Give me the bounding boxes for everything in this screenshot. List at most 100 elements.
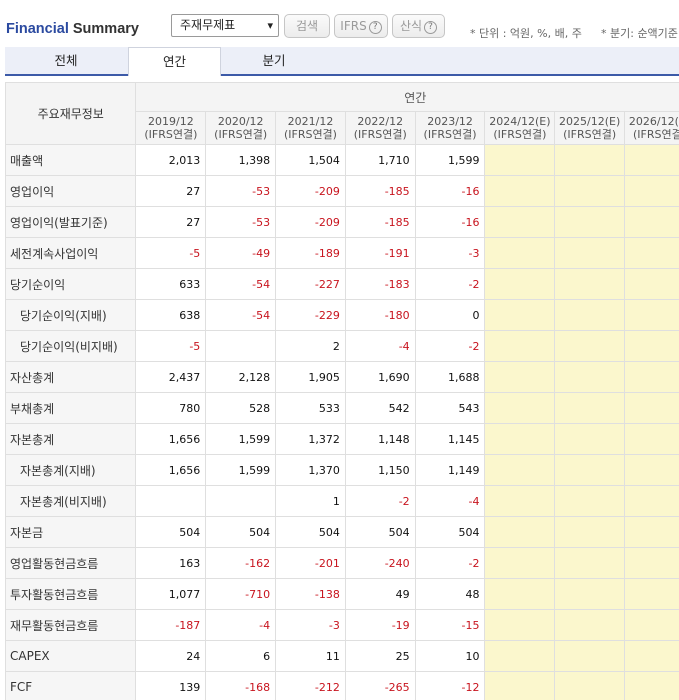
table-cell [554,485,626,517]
column-header-year: 2023/12 (IFRS연결) [414,111,486,145]
table-row: 재무활동현금흐름 -187 -4 -3 -19 -15 [4,609,679,641]
table-cell: 1,504 [275,144,346,176]
table-cell [624,640,679,672]
table-cell [624,671,679,700]
ifrs-button[interactable]: IFRS? [334,14,388,38]
table-cell: -212 [275,671,346,700]
financial-summary-table: 주요재무정보 연간 2019/12 (IFRS연결) 2020/12 (IFRS연결)… [4,82,679,700]
table-cell: 27 [135,175,207,207]
table-cell [624,361,679,393]
table-cell: -185 [344,175,416,207]
table-cell: -183 [344,268,416,300]
table-cell [624,206,679,238]
table-cell: -53 [205,206,277,238]
column-basis: (IFRS연결) [493,128,547,141]
table-row: 세전계속사업이익 -5 -49 -189 -191 -3 [4,237,679,269]
table-cell: -5 [135,237,207,269]
table-cell: 1,656 [135,423,207,455]
table-cell [554,268,626,300]
page-title-part2: Summary [68,21,139,37]
column-header-year: 2025/12(E) (IFRS연결) [554,111,626,145]
table-cell [484,485,556,517]
table-cell [624,423,679,455]
table-cell [554,361,626,393]
table-cell: 1,077 [135,578,207,610]
statement-type-select[interactable]: 주재무제표 ▾ [171,14,279,37]
table-cell: 504 [205,516,277,548]
row-label: 자본총계(지배) [4,454,137,486]
formula-button[interactable]: 산식? [392,14,445,38]
table-cell: -16 [414,206,486,238]
row-label: 자본총계 [4,423,137,455]
table-cell [484,299,556,331]
row-label: 투자활동현금흐름 [4,578,137,610]
table-cell [554,671,626,700]
table-cell: -4 [344,330,416,362]
table-cell: -710 [205,578,277,610]
table-cell [554,175,626,207]
table-cell [624,299,679,331]
table-cell: 504 [135,516,207,548]
table-cell [554,299,626,331]
row-label: 당기순이익 [4,268,137,300]
table-cell [624,144,679,176]
column-header-year: 2026/12(E)(IFRS연결) [624,111,679,145]
column-year: 2026/12(E) [628,115,679,128]
table-cell: 638 [135,299,207,331]
table-cell: 1,656 [135,454,207,486]
table-cell: -2 [414,330,486,362]
table-cell: 633 [135,268,207,300]
table-cell [554,237,626,269]
table-cell: 163 [135,547,207,579]
table-cell: -209 [275,206,346,238]
table-cell: -185 [344,206,416,238]
table-cell [624,609,679,641]
column-header-year: 2020/12 (IFRS연결) [205,111,277,145]
table-cell: -227 [275,268,346,300]
table-cell: -4 [414,485,486,517]
column-header-year: 2024/12(E) (IFRS연결) [484,111,556,145]
tab-annual[interactable]: 연간 [128,47,221,76]
table-cell [554,578,626,610]
tab-all[interactable]: 전체 [5,47,127,74]
table-cell: 1,599 [205,423,277,455]
table-cell [484,361,556,393]
row-label: 자산총계 [4,361,137,393]
table-cell: -189 [275,237,346,269]
table-cell: 11 [275,640,346,672]
table-cell: -3 [275,609,346,641]
table-cell: -229 [275,299,346,331]
table-cell [624,516,679,548]
table-cell [624,175,679,207]
table-row: 부채총계 780 528 533 542 543 [4,392,679,424]
row-label: FCF [4,671,137,700]
table-cell: 1,905 [275,361,346,393]
table-row: 매출액 2,013 1,398 1,504 1,710 1,599 [4,144,679,176]
column-year: 2023/12 [427,115,473,128]
table-cell [554,144,626,176]
unit-note: * 단위 : 억원, %, 배, 주 [470,27,582,40]
table-row: 투자활동현금흐름 1,077 -710 -138 49 48 [4,578,679,610]
table-cell: -240 [344,547,416,579]
row-label: 매출액 [4,144,137,176]
period-note: * 분기: 순액기준 [601,27,678,40]
column-year: 2024/12(E) [489,115,551,128]
table-row: 자본총계 1,656 1,599 1,372 1,148 1,145 [4,423,679,455]
table-cell [554,206,626,238]
table-cell [135,485,207,517]
table-cell: 543 [414,392,486,424]
table-cell: 24 [135,640,207,672]
chevron-down-icon: ▾ [267,19,273,32]
table-cell [484,206,556,238]
column-year: 2022/12 [357,115,404,128]
table-row: 자본금 504 504 504 504 504 [4,516,679,548]
table-cell: -54 [205,268,277,300]
table-row: 자본총계(비지배) 1 -2 -4 [4,485,679,517]
search-button[interactable]: 검색 [284,14,330,38]
table-row: 영업이익(발표기준) 27 -53 -209 -185 -16 [4,206,679,238]
table-cell: 0 [414,299,486,331]
table-row: 자본총계(지배) 1,656 1,599 1,370 1,150 1,149 [4,454,679,486]
tab-quarterly[interactable]: 분기 [221,47,327,74]
table-cell [554,392,626,424]
table-cell [624,547,679,579]
